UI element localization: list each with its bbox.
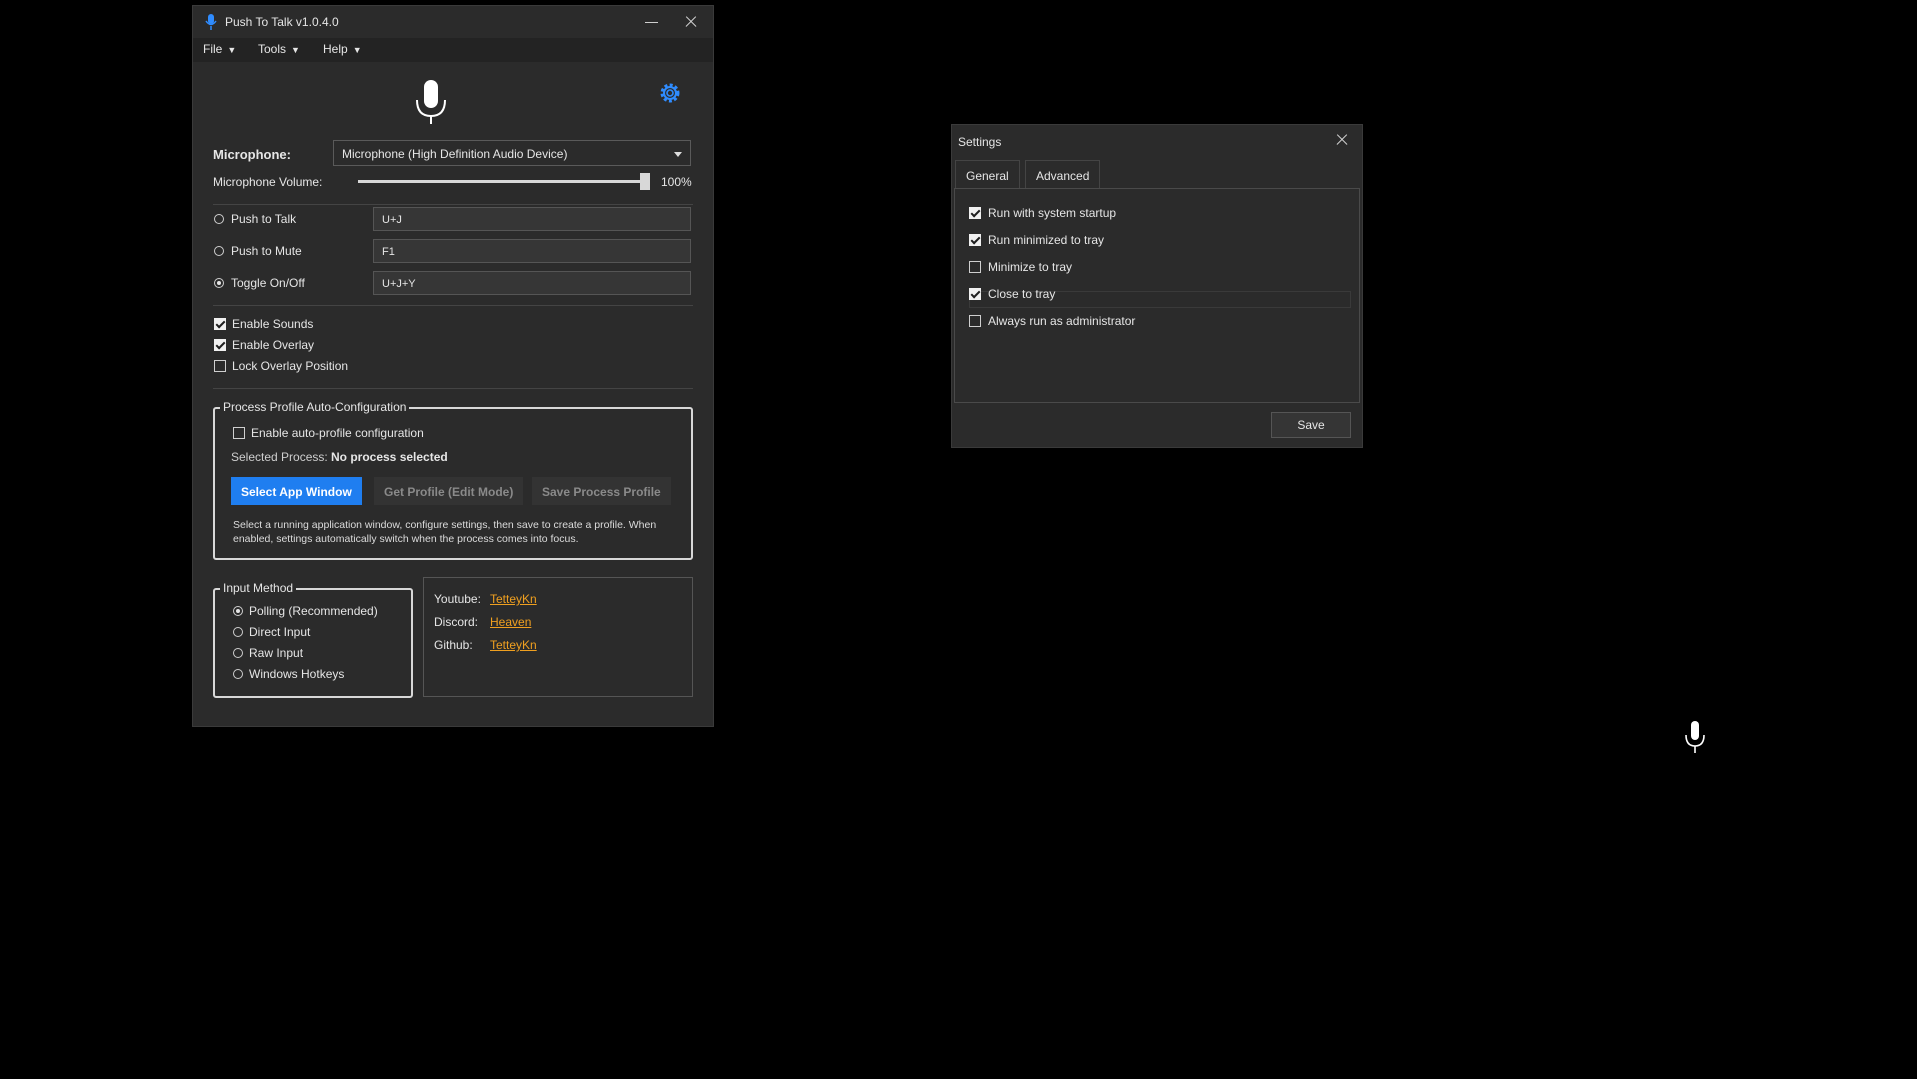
get-profile-button[interactable]: Get Profile (Edit Mode) [374,477,524,505]
label-run-minimized: Run minimized to tray [988,233,1105,247]
chevron-down-icon: ▼ [352,45,362,55]
label-run-startup: Run with system startup [988,206,1117,220]
label-enable-sounds: Enable Sounds [232,317,314,331]
mode-label-push-to-talk: Push to Talk [231,212,297,226]
volume-value: 100% [661,175,692,189]
checkbox-run-minimized[interactable] [969,234,981,246]
hotkey-input-toggle[interactable]: U+J+Y [373,271,691,295]
profile-help-text: Select a running application window, con… [233,519,657,545]
overlay-microphone-icon[interactable] [1684,720,1706,754]
hotkey-input-push-to-mute[interactable]: F1 [373,239,691,263]
menu-file-label: File [203,42,223,56]
mode-radio-push-to-mute[interactable] [214,246,224,256]
discord-link[interactable]: Heaven [490,615,531,629]
save-process-profile-button[interactable]: Save Process Profile [532,477,671,505]
checkbox-enable-overlay[interactable] [214,339,226,351]
youtube-label: Youtube: [434,592,481,606]
tab-advanced[interactable]: Advanced [1025,160,1101,188]
divider [213,305,693,306]
tab-general[interactable]: General [955,160,1020,188]
input-radio-polling[interactable] [233,606,243,616]
chevron-down-icon: ▼ [291,45,300,55]
input-label-polling: Polling (Recommended) [249,604,378,618]
checkbox-enable-auto-profile[interactable] [233,427,245,439]
mode-label-push-to-mute: Push to Mute [231,244,302,258]
checkbox-run-as-admin[interactable] [969,315,981,327]
microphone-icon [416,80,446,124]
checkbox-minimize-to-tray[interactable] [969,261,981,273]
checkbox-lock-overlay[interactable] [214,360,226,372]
chevron-down-icon [674,152,682,157]
label-lock-overlay: Lock Overlay Position [232,359,349,373]
input-method-group: Input Method Polling (Recommended) Direc… [213,581,413,698]
input-method-title: Input Method [220,581,297,595]
label-enable-overlay: Enable Overlay [232,338,315,352]
gear-icon[interactable] [657,80,683,106]
mode-label-toggle: Toggle On/Off [231,276,305,290]
mode-radio-push-to-talk[interactable] [214,214,224,224]
divider [213,204,693,205]
menu-bar: File ▼ Tools ▼ Help ▼ [193,38,713,62]
checkbox-close-to-tray[interactable] [969,288,981,300]
minimize-button[interactable] [639,12,663,32]
settings-title: Settings [958,135,1002,149]
settings-general-panel: Run with system startup Run minimized to… [954,188,1360,403]
main-content: Microphone: Microphone (High Definition … [193,62,713,726]
checkbox-enable-sounds[interactable] [214,318,226,330]
profile-group: Process Profile Auto-Configuration Enabl… [213,400,693,560]
discord-label: Discord: [434,615,479,629]
window-title: Push To Talk v1.0.4.0 [225,15,339,29]
label-close-to-tray: Close to tray [988,287,1056,301]
menu-tools[interactable]: Tools ▼ [258,42,300,56]
input-label-raw: Raw Input [249,646,304,660]
close-button[interactable] [679,12,703,32]
menu-help-label: Help [323,42,348,56]
microphone-select-value: Microphone (High Definition Audio Device… [342,147,568,161]
settings-save-button[interactable]: Save [1271,412,1351,438]
links-box: Youtube: TetteyKn Discord: Heaven Github… [423,577,693,697]
selected-process-value: No process selected [331,450,448,464]
github-link[interactable]: TetteyKn [490,638,537,652]
microphone-label: Microphone: [213,147,291,162]
menu-tools-label: Tools [258,42,287,56]
input-radio-direct[interactable] [233,627,243,637]
select-app-window-button[interactable]: Select App Window [231,477,362,505]
input-radio-raw[interactable] [233,648,243,658]
label-run-as-admin: Always run as administrator [988,314,1136,328]
input-label-direct: Direct Input [249,625,311,639]
app-mic-icon [205,14,217,30]
selected-process-label: Selected Process: [231,450,328,464]
settings-close-button[interactable] [1330,130,1354,150]
mode-radio-toggle[interactable] [214,278,224,288]
volume-slider-thumb[interactable] [640,173,650,190]
settings-window: Settings General Advanced Run with syste… [952,125,1362,447]
volume-label: Microphone Volume: [213,175,323,189]
checkbox-run-startup[interactable] [969,207,981,219]
youtube-link[interactable]: TetteyKn [490,592,537,606]
menu-help[interactable]: Help ▼ [323,42,362,56]
input-radio-windows-hotkeys[interactable] [233,669,243,679]
label-minimize-to-tray: Minimize to tray [988,260,1073,274]
microphone-select[interactable]: Microphone (High Definition Audio Device… [333,140,691,166]
hotkey-input-push-to-talk[interactable]: U+J [373,207,691,231]
menu-file[interactable]: File ▼ [203,42,236,56]
title-bar[interactable]: Push To Talk v1.0.4.0 [193,6,713,38]
input-label-windows-hotkeys: Windows Hotkeys [249,667,345,681]
divider [213,388,693,389]
chevron-down-icon: ▼ [227,45,237,55]
profile-group-title: Process Profile Auto-Configuration [220,400,410,414]
main-window: Push To Talk v1.0.4.0 File ▼ Tools ▼ Help ▼… [193,6,713,726]
label-enable-auto-profile: Enable auto-profile configuration [251,426,424,440]
github-label: Github: [434,638,473,652]
volume-slider-track[interactable] [358,180,644,183]
